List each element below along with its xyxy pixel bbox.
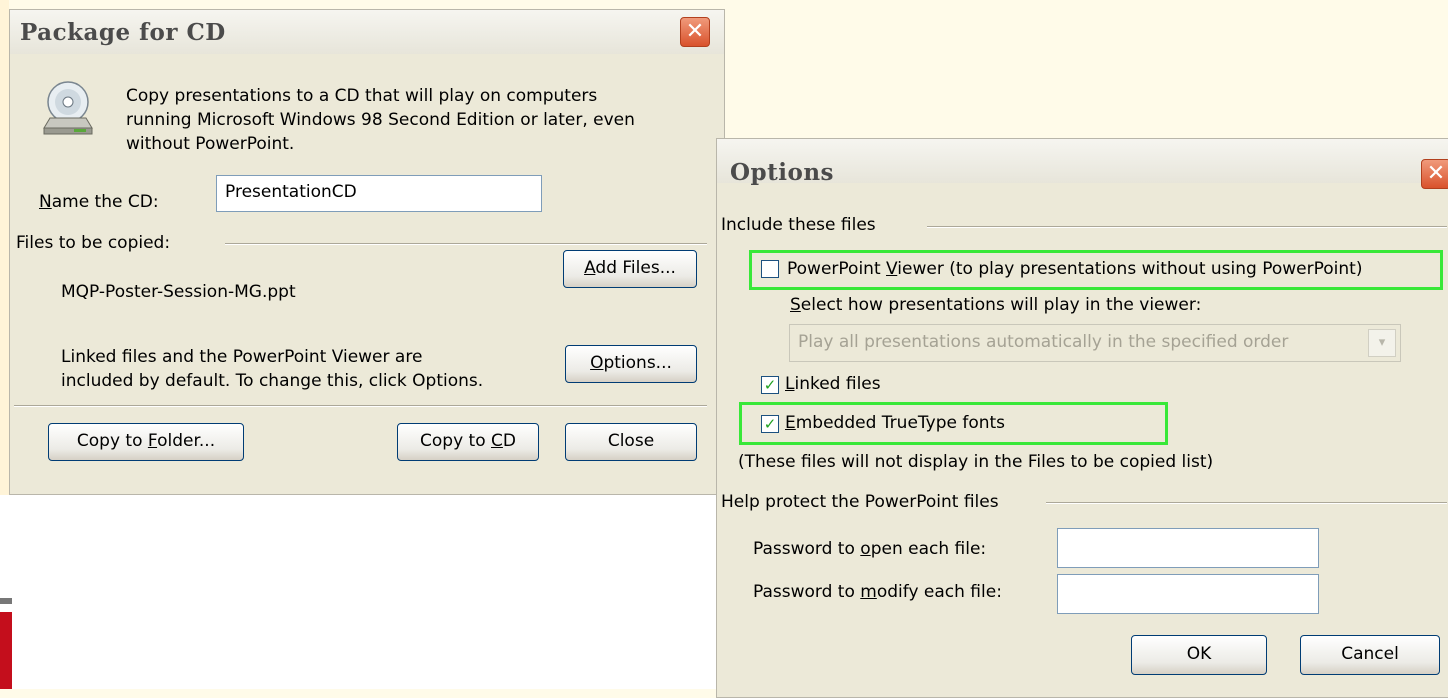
files-separator — [225, 243, 707, 245]
files-to-copy-label: Files to be copied: — [16, 233, 171, 253]
button-label: Copy to — [76, 431, 148, 451]
info-line: included by default. To change this, cli… — [61, 371, 484, 391]
button-label: dd Files... — [595, 258, 676, 278]
mnemonic: F — [147, 431, 158, 451]
options-dialog-close-button[interactable]: ✕ — [1421, 159, 1448, 189]
file-list-item[interactable]: MQP-Poster-Session-MG.ppt — [61, 282, 296, 302]
label-text: inked files — [794, 374, 881, 394]
label-text: elect how presentations will play in the… — [800, 295, 1202, 315]
play-mode-dropdown[interactable]: Play all presentations automatically in … — [789, 324, 1401, 362]
linked-files-info: Linked files and the PowerPoint Viewer a… — [61, 345, 483, 393]
password-open-label: Password to open each file: — [753, 539, 986, 559]
embedded-fonts-label[interactable]: Embedded TrueType fonts — [785, 413, 1005, 433]
mnemonic: O — [590, 353, 604, 373]
description-line: running Microsoft Windows 98 Second Edit… — [126, 110, 635, 130]
close-icon: ✕ — [685, 19, 705, 44]
package-for-cd-dialog: Package for CD ✕ Copy presentations to a… — [9, 9, 725, 495]
files-note: (These files will not display in the Fil… — [738, 452, 1214, 472]
label-text: odify each file: — [876, 582, 1002, 602]
play-mode-value: Play all presentations automatically in … — [798, 332, 1289, 352]
close-button[interactable]: Close — [565, 423, 697, 461]
copy-to-cd-button[interactable]: Copy to CD — [397, 423, 539, 461]
bottom-separator — [14, 405, 707, 407]
package-description: Copy presentations to a CD that will pla… — [126, 84, 635, 156]
dropdown-glyph: ▾ — [1378, 335, 1386, 350]
cd-name-label: Name the CD: — [39, 192, 159, 212]
button-label: Copy to — [420, 431, 492, 451]
mnemonic: N — [39, 192, 52, 212]
button-label: D — [502, 431, 516, 451]
package-dialog-titlebar: Package for CD ✕ — [10, 10, 724, 54]
label-text: ame the CD: — [51, 192, 159, 212]
slide-background-area — [0, 495, 716, 689]
mnemonic: V — [886, 259, 898, 279]
options-button[interactable]: Options... — [565, 345, 697, 383]
mnemonic: A — [584, 258, 596, 278]
options-dialog: Options ✕ Include these files PowerPoint… — [716, 138, 1448, 698]
mnemonic: o — [860, 539, 871, 559]
include-files-group-label: Include these files — [721, 215, 876, 235]
label-text: iewer (to play presentations without usi… — [897, 259, 1363, 279]
mnemonic: E — [785, 413, 796, 433]
slide-gray-band — [0, 598, 12, 604]
mnemonic: m — [860, 582, 877, 602]
info-line: Linked files and the PowerPoint Viewer a… — [61, 347, 423, 367]
password-open-input[interactable] — [1057, 528, 1319, 568]
label-text: mbedded TrueType fonts — [795, 413, 1006, 433]
close-icon: ✕ — [1426, 161, 1446, 186]
copy-to-folder-button[interactable]: Copy to Folder... — [48, 423, 244, 461]
include-files-separator — [927, 226, 1447, 228]
mnemonic: S — [790, 295, 801, 315]
password-modify-label: Password to modify each file: — [753, 582, 1002, 602]
button-label: older... — [157, 431, 216, 451]
powerpoint-viewer-checkbox[interactable] — [761, 260, 779, 278]
cd-drive-icon — [43, 81, 93, 135]
package-dialog-close-button[interactable]: ✕ — [680, 17, 710, 47]
label-text: Password to — [753, 582, 861, 602]
label-text: Password to — [753, 539, 861, 559]
description-line: Copy presentations to a CD that will pla… — [126, 86, 598, 106]
description-line: without PowerPoint. — [126, 134, 295, 154]
label-text: pen each file: — [870, 539, 987, 559]
ok-button[interactable]: OK — [1131, 635, 1267, 675]
chevron-down-icon[interactable]: ▾ — [1368, 329, 1396, 357]
password-modify-input[interactable] — [1057, 574, 1319, 614]
protect-separator — [1046, 502, 1447, 504]
options-dialog-titlebar: Options ✕ — [717, 139, 1448, 189]
select-how-label: Select how presentations will play in th… — [790, 295, 1201, 315]
button-label: ptions... — [603, 353, 672, 373]
add-files-button[interactable]: Add Files... — [563, 250, 697, 288]
slide-red-block — [0, 612, 12, 689]
cancel-button[interactable]: Cancel — [1300, 635, 1440, 675]
embedded-fonts-checkbox[interactable]: ✓ — [761, 415, 779, 433]
protect-group-label: Help protect the PowerPoint files — [721, 492, 999, 512]
options-dialog-title: Options — [730, 159, 834, 186]
linked-files-checkbox[interactable]: ✓ — [761, 376, 779, 394]
cd-name-input[interactable]: PresentationCD — [216, 175, 542, 212]
package-dialog-title: Package for CD — [20, 19, 226, 46]
powerpoint-viewer-label[interactable]: PowerPoint Viewer (to play presentations… — [787, 259, 1362, 279]
mnemonic: C — [491, 431, 503, 451]
label-text: PowerPoint — [787, 259, 887, 279]
cd-name-value: PresentationCD — [225, 182, 357, 202]
linked-files-label[interactable]: Linked files — [785, 374, 881, 394]
